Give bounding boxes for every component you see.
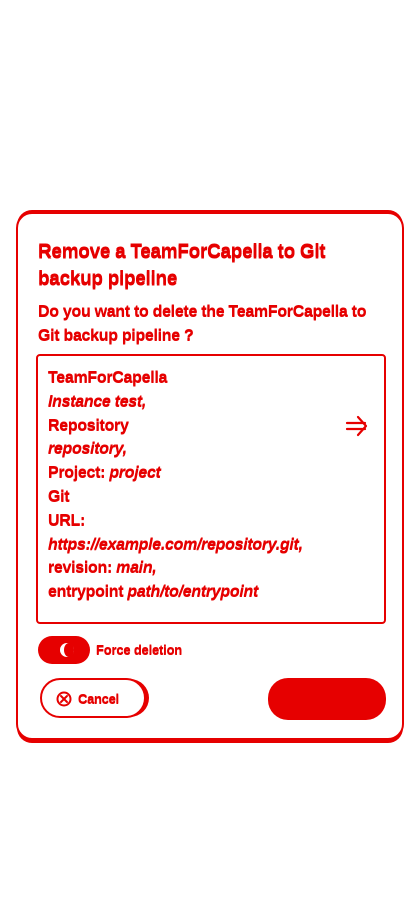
project-label: Project: (48, 464, 106, 482)
url-label: URL: (48, 511, 86, 529)
backup-details-card: TeamForCapella Instance test, Repository… (36, 354, 386, 624)
git-label: Git (48, 487, 70, 505)
delete-backup-dialog: Remove a TeamForCapella to Git backup pi… (16, 212, 404, 740)
confirm-delete-button[interactable] (268, 678, 386, 720)
details-header: TeamForCapella (48, 369, 168, 386)
cancel-button[interactable]: Cancel (40, 678, 146, 718)
repository-line: repository, (48, 437, 338, 461)
revision-value: main, (116, 559, 157, 577)
cancel-label: Cancel (78, 691, 119, 706)
repository-label: Repository (48, 416, 129, 434)
project-line: Project: project (48, 461, 338, 485)
revision-line: revision: main, (48, 556, 338, 580)
dialog-title: Remove a TeamForCapella to Git backup pi… (38, 241, 326, 289)
repository-value: repository, (48, 440, 127, 458)
force-deletion-control: Force deletion (38, 634, 238, 666)
instance-line: Instance test, (48, 390, 338, 414)
instance-value: Instance test, (48, 392, 147, 410)
entrypoint-value: path/to/entrypoint (127, 583, 258, 601)
url-line: https://example.com/repository.git, (48, 533, 338, 557)
arrow-right-icon (345, 415, 368, 437)
entrypoint-line: entrypoint path/to/entrypoint (48, 580, 338, 604)
dialog-question: Do you want to delete the TeamForCapella… (38, 303, 367, 344)
toggle-knob (60, 643, 74, 657)
url-value: https://example.com/repository.git, (48, 535, 303, 553)
cancel-circle-icon (56, 691, 72, 707)
entrypoint-label: entrypoint (48, 583, 124, 601)
revision-label: revision: (48, 559, 112, 577)
details-list: TeamForCapella Instance test, Repository… (48, 366, 338, 604)
force-deletion-toggle[interactable] (38, 636, 90, 664)
project-value: project (109, 464, 161, 482)
force-deletion-label: Force deletion (96, 642, 183, 657)
